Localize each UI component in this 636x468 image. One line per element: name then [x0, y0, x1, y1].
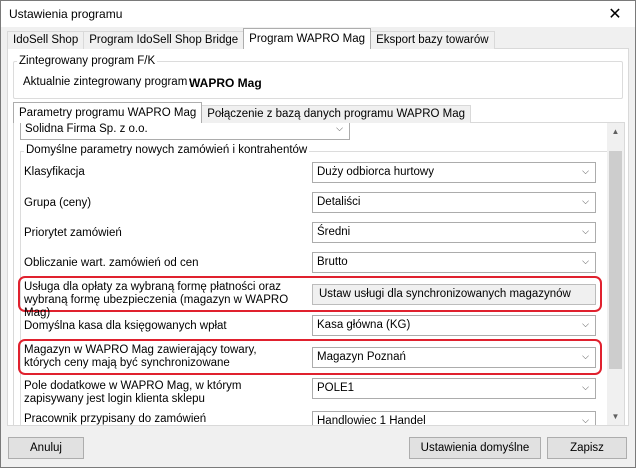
inner-tabs: Parametry programu WAPRO Mag Połączenie … — [13, 102, 472, 123]
cancel-button[interactable]: Anuluj — [8, 437, 84, 459]
kasa-value: Kasa główna (KG) — [317, 319, 411, 331]
grupa-label: Grupa (ceny) — [24, 197, 92, 209]
chevron-down-icon: ⌵ — [582, 382, 589, 392]
settings-window: Ustawienia programu ✕ IdoSell Shop Progr… — [0, 0, 636, 468]
pole-label: Pole dodatkowe w WAPRO Mag, w którym zap… — [24, 380, 242, 405]
priorytet-select[interactable]: Średni ⌵ — [312, 222, 596, 243]
tab-polaczenie[interactable]: Połączenie z bazą danych programu WAPRO … — [201, 105, 472, 123]
tab-idosell-shop-bridge[interactable]: Program IdoSell Shop Bridge — [83, 31, 245, 49]
klasyfikacja-select[interactable]: Duży odbiorca hurtowy ⌵ — [312, 162, 596, 183]
chevron-down-icon: ⌵ — [582, 415, 589, 425]
priorytet-label: Priorytet zamówień — [24, 227, 122, 239]
defaults-button[interactable]: Ustawienia domyślne — [409, 437, 541, 459]
save-button[interactable]: Zapisz — [547, 437, 627, 459]
magazyn-label: Magazyn w WAPRO Mag zawierający towary, … — [24, 344, 257, 369]
grupa-select[interactable]: Detaliści ⌵ — [312, 192, 596, 213]
magazyn-value: Magazyn Poznań — [317, 351, 406, 363]
tab-idosell-shop[interactable]: IdoSell Shop — [7, 31, 85, 49]
pole-select[interactable]: POLE1 ⌵ — [312, 378, 596, 399]
vertical-scrollbar[interactable]: ▲ ▼ — [607, 123, 624, 425]
pracownik-select[interactable]: Handlowiec 1 Handel ⌵ — [312, 411, 596, 426]
klasyfikacja-value: Duży odbiorca hurtowy — [317, 166, 434, 178]
obliczanie-select[interactable]: Brutto ⌵ — [312, 252, 596, 273]
chevron-down-icon: ⌵ — [582, 319, 589, 329]
main-tabs: IdoSell Shop Program IdoSell Shop Bridge… — [7, 28, 495, 49]
scroll-up-icon[interactable]: ▲ — [607, 123, 624, 140]
sync-services-button[interactable]: Ustaw usługi dla synchronizowanych magaz… — [312, 284, 596, 305]
parameters-panel: Solidna Firma Sp. z o.o. ⌵ Domyślne para… — [13, 122, 625, 426]
pole-value: POLE1 — [317, 382, 355, 394]
klasyfikacja-label: Klasyfikacja — [24, 166, 85, 178]
pracownik-value: Handlowiec 1 Handel — [317, 415, 426, 426]
company-select-value: Solidna Firma Sp. z o.o. — [25, 123, 148, 135]
priorytet-value: Średni — [317, 226, 351, 238]
magazyn-select[interactable]: Magazyn Poznań ⌵ — [312, 347, 596, 368]
obliczanie-value: Brutto — [317, 256, 348, 268]
tab-eksport-bazy[interactable]: Eksport bazy towarów — [370, 31, 495, 49]
chevron-down-icon: ⌵ — [336, 123, 343, 133]
integrated-program-legend: Zintegrowany program F/K — [17, 55, 158, 67]
kasa-select[interactable]: Kasa główna (KG) ⌵ — [312, 315, 596, 336]
chevron-down-icon: ⌵ — [582, 166, 589, 176]
pracownik-label: Pracownik przypisany do zamówień — [24, 413, 207, 425]
chevron-down-icon: ⌵ — [582, 226, 589, 236]
company-select[interactable]: Solidna Firma Sp. z o.o. ⌵ — [20, 123, 350, 140]
tab-parametry[interactable]: Parametry programu WAPRO Mag — [13, 102, 203, 123]
chevron-down-icon: ⌵ — [582, 351, 589, 361]
close-icon[interactable]: ✕ — [595, 1, 635, 27]
integrated-program-label: Aktualnie zintegrowany program — [23, 76, 188, 88]
scroll-thumb[interactable] — [609, 151, 622, 369]
kasa-label: Domyślna kasa dla księgowanych wpłat — [24, 320, 227, 332]
scroll-down-icon[interactable]: ▼ — [607, 408, 624, 425]
window-title: Ustawienia programu — [9, 7, 123, 21]
chevron-down-icon: ⌵ — [582, 196, 589, 206]
usluga-label: Usługa dla opłaty za wybraną formę płatn… — [24, 281, 289, 319]
defaults-legend: Domyślne parametry nowych zamówień i kon… — [24, 144, 310, 156]
title-bar: Ustawienia programu ✕ — [1, 1, 635, 27]
obliczanie-label: Obliczanie wart. zamówień od cen — [24, 257, 199, 269]
grupa-value: Detaliści — [317, 196, 361, 208]
chevron-down-icon: ⌵ — [582, 256, 589, 266]
integrated-program-value: WAPRO Mag — [189, 76, 262, 90]
tab-wapro-mag[interactable]: Program WAPRO Mag — [243, 28, 372, 49]
